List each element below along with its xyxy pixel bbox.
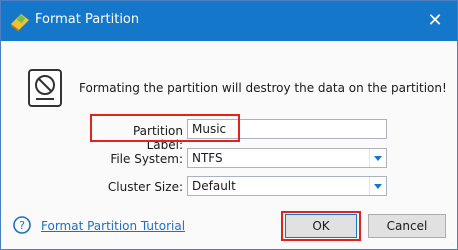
chevron-down-icon[interactable] bbox=[369, 177, 386, 195]
help-icon[interactable]: ? bbox=[13, 216, 31, 234]
format-partition-tutorial-link[interactable]: Format Partition Tutorial bbox=[41, 219, 185, 233]
partition-label-highlight bbox=[90, 114, 240, 142]
window-title: Format Partition bbox=[35, 12, 140, 27]
file-system-caption: File System: bbox=[110, 152, 183, 166]
svg-text:?: ? bbox=[19, 219, 25, 232]
file-system-value: NTFS bbox=[192, 151, 223, 165]
close-icon[interactable]: ✕ bbox=[423, 9, 447, 33]
cancel-button[interactable]: Cancel bbox=[368, 214, 446, 238]
title-bar: Format Partition ✕ bbox=[1, 1, 457, 41]
cluster-size-value: Default bbox=[192, 179, 236, 193]
ok-button-label: OK bbox=[312, 219, 330, 233]
cluster-size-select[interactable]: Default bbox=[187, 176, 387, 196]
cluster-size-caption: Cluster Size: bbox=[107, 180, 183, 194]
ok-button[interactable]: OK bbox=[285, 214, 357, 238]
cancel-button-label: Cancel bbox=[386, 219, 428, 233]
format-partition-dialog: Format Partition ✕ Formating the partiti… bbox=[0, 0, 458, 250]
file-system-select[interactable]: NTFS bbox=[187, 148, 387, 168]
format-app-icon bbox=[11, 14, 29, 32]
chevron-down-icon[interactable] bbox=[369, 149, 386, 167]
disk-warning-icon bbox=[28, 69, 62, 107]
warning-message: Formating the partition will destroy the… bbox=[79, 81, 447, 95]
